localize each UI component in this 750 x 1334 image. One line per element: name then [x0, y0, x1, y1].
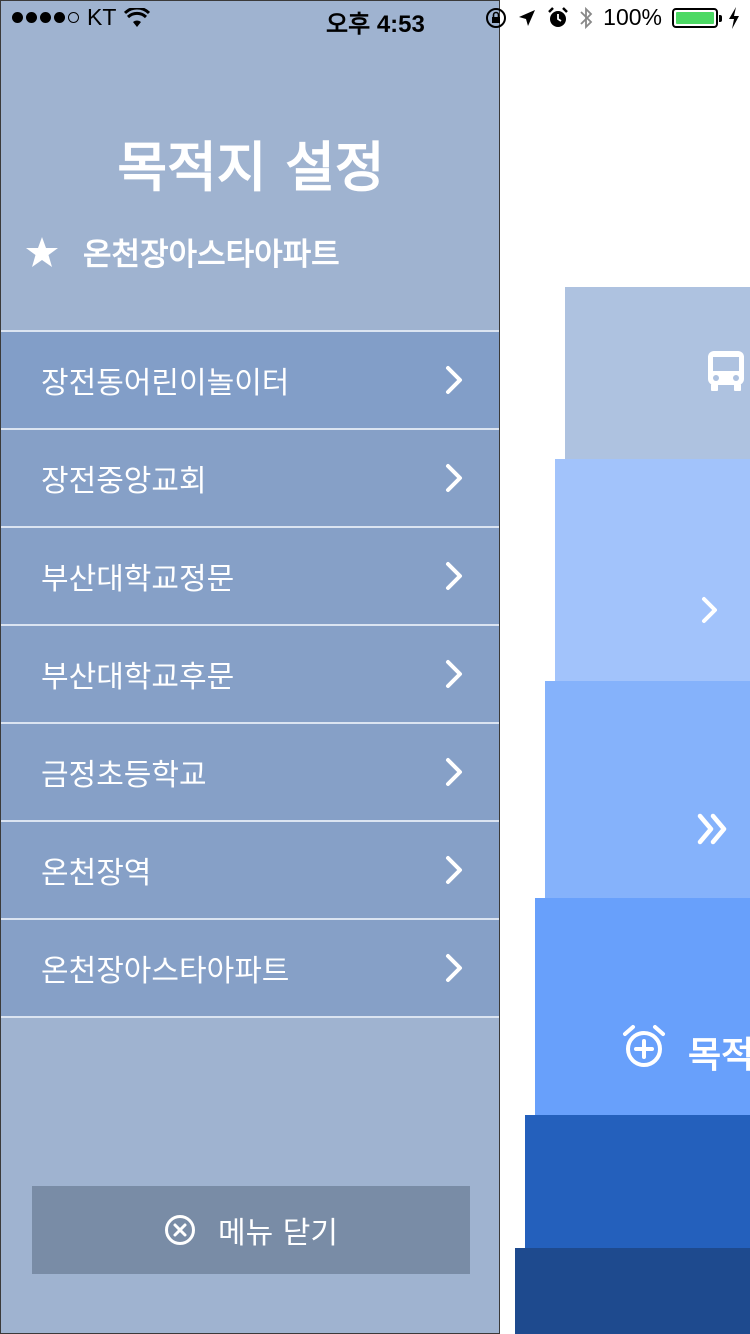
list-item[interactable]: 장전동어린이놀이터	[1, 332, 499, 430]
status-right: 100%	[485, 4, 740, 31]
chevron-right-icon	[446, 464, 462, 492]
favorite-label: 온천장아스타아파트	[83, 237, 340, 273]
list-item[interactable]: 온천장역	[1, 822, 499, 920]
list-item-label: 온천장역	[41, 856, 152, 891]
list-item[interactable]: 금정초등학교	[1, 724, 499, 822]
battery-icon	[672, 7, 722, 28]
wifi-icon	[124, 7, 151, 27]
location-arrow-icon	[519, 9, 536, 26]
star-icon	[26, 236, 58, 267]
battery-percent: 100%	[603, 4, 662, 30]
list-item[interactable]: 온천장아스타아파트	[1, 920, 499, 1018]
carrier-label: KT	[87, 4, 117, 30]
main-content: 목적	[500, 0, 750, 1334]
status-bar: KT 오후 4:53 100%	[0, 0, 750, 40]
chevron-right-icon	[446, 954, 462, 982]
chevron-right-icon	[446, 758, 462, 786]
chevron-right-icon	[446, 366, 462, 394]
alarm-icon	[548, 6, 569, 27]
next-block[interactable]	[555, 459, 750, 682]
blue-block[interactable]	[525, 1115, 750, 1249]
charging-bolt-icon	[729, 6, 739, 29]
list-item-label: 부산대학교정문	[41, 562, 235, 597]
list-item-label: 온천장아스타아파트	[41, 954, 290, 989]
close-menu-button[interactable]: 메뉴 닫기	[32, 1186, 470, 1274]
battery-fill	[676, 11, 714, 24]
signal-dots-icon	[12, 12, 79, 23]
favorite-destination[interactable]: 온천장아스타아파트	[25, 229, 340, 274]
chevron-right-icon	[446, 660, 462, 688]
destination-list: 장전동어린이놀이터 장전중앙교회 부산대학교정문 부산대학교후문 금정초등학교 …	[1, 330, 499, 1018]
double-chevron-right-icon	[697, 813, 727, 845]
chevron-right-icon	[446, 562, 462, 590]
list-item-label: 장전중앙교회	[41, 464, 207, 499]
list-item-label: 금정초등학교	[41, 758, 207, 793]
drawer-title: 목적지 설정	[117, 136, 385, 199]
status-time: 오후 4:53	[326, 11, 425, 38]
bus-icon	[708, 351, 744, 391]
alarm-add-icon	[623, 1025, 665, 1067]
list-item-label: 부산대학교후문	[41, 660, 235, 695]
chevron-right-icon	[446, 856, 462, 884]
lock-rotation-icon	[486, 7, 507, 28]
list-item[interactable]: 부산대학교정문	[1, 528, 499, 626]
destination-alarm-block[interactable]	[535, 898, 750, 1116]
chevron-right-icon	[702, 597, 717, 623]
list-item-label: 장전동어린이놀이터	[41, 366, 290, 401]
list-item[interactable]: 장전중앙교회	[1, 430, 499, 528]
close-circle-icon	[165, 1215, 196, 1245]
skip-block[interactable]	[545, 681, 750, 899]
destination-alarm-label: 목적	[688, 1035, 750, 1076]
navy-block[interactable]	[515, 1248, 750, 1334]
destination-drawer: 목적지 설정 온천장아스타아파트 장전동어린이놀이터 장전중앙교회 부산대학교정…	[0, 0, 500, 1334]
list-item[interactable]: 부산대학교후문	[1, 626, 499, 724]
bluetooth-icon	[580, 6, 593, 29]
status-left: KT	[12, 4, 151, 31]
close-menu-label: 메뉴 닫기	[218, 1216, 338, 1251]
